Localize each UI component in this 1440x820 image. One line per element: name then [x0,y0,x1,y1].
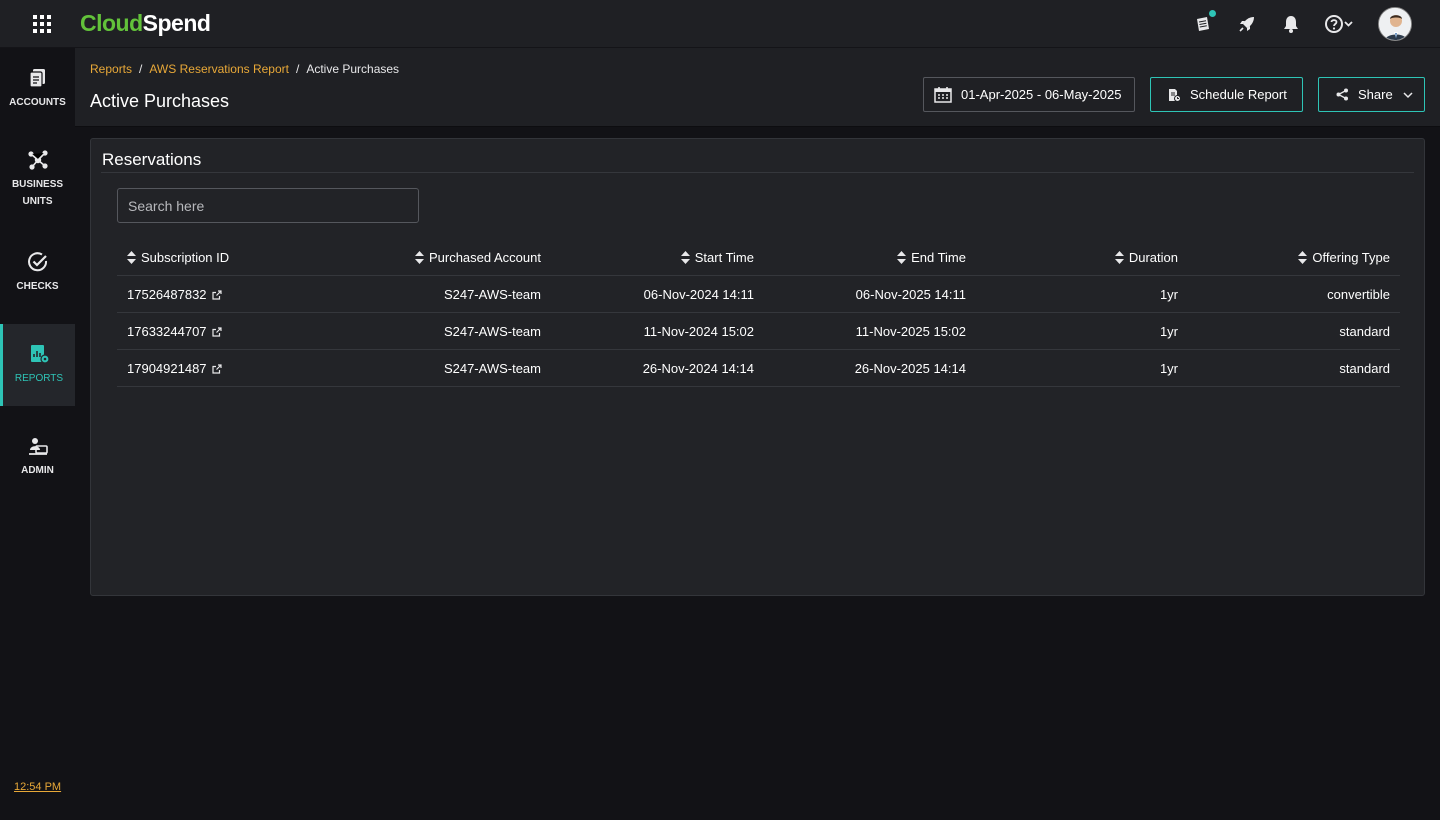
sidebar-item-label: REPORTS [14,373,64,384]
column-header-subscription-id[interactable]: Subscription ID [127,250,229,265]
breadcrumb-separator: / [139,62,143,76]
sidebar-item-label: BUSINESS UNITS [12,176,63,210]
start-time-cell: 26-Nov-2024 14:14 [642,360,754,376]
page-header: Reports / AWS Reservations Report / Acti… [75,48,1440,127]
column-header-purchased-account[interactable]: Purchased Account [414,249,541,265]
breadcrumb-aws-reservations-report[interactable]: AWS Reservations Report [149,62,289,76]
column-header-end-time[interactable]: End Time [897,250,966,265]
external-link-icon[interactable] [211,289,222,300]
sidebar-item-checks[interactable]: CHECKS [0,232,75,314]
sort-icon [414,250,424,264]
apps-grid-icon[interactable] [33,14,51,33]
bell-icon[interactable] [1280,13,1302,35]
purchased-account-cell: S247-AWS-team [443,286,541,302]
calendar-icon [934,87,952,103]
subscription-id-link[interactable]: 17904921487 [127,361,207,376]
sort-icon [127,250,136,264]
card-title: Reservations [102,150,202,169]
sidebar-item-label: ADMIN [21,465,54,476]
admin-icon [28,438,48,455]
table-row: 17526487832 S247-AWS-team 06-Nov-2024 14… [117,276,1400,313]
date-range-picker[interactable]: 01-Apr-2025 - 06-May-2025 [923,77,1135,112]
help-icon[interactable] [1324,13,1356,35]
purchased-account-cell: S247-AWS-team [443,360,541,376]
schedule-report-button[interactable]: Schedule Report [1150,77,1303,112]
column-header-label: Duration [1128,249,1178,265]
label-line-2: UNITS [22,195,53,207]
sort-icon [680,250,690,264]
external-link-icon[interactable] [211,326,222,337]
subscription-id-cell[interactable]: 17526487832 [127,287,222,302]
column-header-label: Offering Type [1312,249,1390,265]
reservations-table: Subscription ID Purchased Account Start … [117,239,1400,387]
sidebar-item-label: CHECKS [16,281,59,292]
external-link-icon[interactable] [211,363,222,374]
sidebar: ACCOUNTS BUSINESS UNITS CHECKS REPORTS AD… [0,48,75,820]
rocket-icon[interactable] [1236,13,1258,35]
breadcrumb-separator: / [295,62,300,76]
start-time-cell: 06-Nov-2024 14:11 [643,286,754,302]
column-header-label: Subscription ID [141,249,230,265]
reports-icon [31,345,50,364]
sidebar-item-business-units[interactable]: BUSINESS UNITS [0,138,75,220]
end-time-cell: 26-Nov-2025 14:14 [854,360,966,376]
clock-time[interactable]: 12:54 PM [14,781,61,793]
business-units-icon [27,149,48,170]
column-header-duration[interactable]: Duration [1114,249,1178,265]
label-line-1: BUSINESS [11,178,64,190]
purchased-account-cell: S247-AWS-team [443,323,541,339]
brand-part-spend: Spend [142,10,211,36]
end-time-cell: 06-Nov-2025 14:11 [855,286,966,302]
brand-logo[interactable]: CloudSpend [80,10,211,37]
column-header-offering-type[interactable]: Offering Type [1298,250,1390,265]
duration-cell: 1yr [1159,360,1178,376]
column-header-label: Start Time [694,249,754,265]
duration-cell: 1yr [1159,286,1178,302]
column-header-label: Purchased Account [428,249,541,265]
table-header-row: Subscription ID Purchased Account Start … [117,239,1400,276]
share-label: Share [1358,87,1393,102]
schedule-report-icon [1169,88,1181,102]
reservations-card: Reservations Subscription ID Purchased A… [90,138,1425,596]
share-icon [1336,88,1348,101]
page-title: Active Purchases [90,91,230,111]
date-range-label: 01-Apr-2025 - 06-May-2025 [961,87,1122,102]
offering-type-cell: standard [1339,323,1390,339]
table-row: 17633244707 S247-AWS-team 11-Nov-2024 15… [117,313,1400,350]
accounts-icon [28,69,45,88]
column-header-label: End Time [911,249,966,265]
subscription-id-link[interactable]: 17633244707 [127,324,207,339]
brand-part-cloud: Cloud [80,10,143,36]
sort-icon [1114,250,1124,264]
sort-icon [1298,250,1308,264]
schedule-report-label: Schedule Report [1190,87,1287,102]
sidebar-item-reports[interactable]: REPORTS [0,324,75,406]
sort-icon [897,250,907,264]
column-header-start-time[interactable]: Start Time [680,249,754,265]
top-bar: CloudSpend [0,0,1440,48]
offering-type-cell: convertible [1327,286,1390,302]
breadcrumb-reports[interactable]: Reports [90,62,132,76]
start-time-cell: 11-Nov-2024 15:02 [643,323,754,339]
breadcrumb: Reports / AWS Reservations Report / Acti… [90,62,399,76]
notification-dot [1209,10,1216,17]
table-row: 17904921487 S247-AWS-team 26-Nov-2024 14… [117,350,1400,387]
sidebar-item-admin[interactable]: ADMIN [0,416,75,498]
end-time-cell: 11-Nov-2025 15:02 [855,323,966,339]
search-input[interactable] [117,188,419,223]
whats-new-icon[interactable] [1192,10,1216,35]
duration-cell: 1yr [1159,323,1178,339]
subscription-id-cell[interactable]: 17904921487 [127,361,222,376]
chevron-down-icon [1403,91,1413,98]
subscription-id-link[interactable]: 17526487832 [127,287,207,302]
offering-type-cell: standard [1339,360,1390,376]
avatar[interactable] [1378,7,1412,41]
breadcrumb-current: Active Purchases [306,62,400,76]
sidebar-item-label: ACCOUNTS [9,97,66,108]
sidebar-item-accounts[interactable]: ACCOUNTS [0,48,75,130]
share-button[interactable]: Share [1318,77,1425,112]
checks-icon [27,252,47,272]
card-divider [101,172,1414,173]
subscription-id-cell[interactable]: 17633244707 [127,324,222,339]
